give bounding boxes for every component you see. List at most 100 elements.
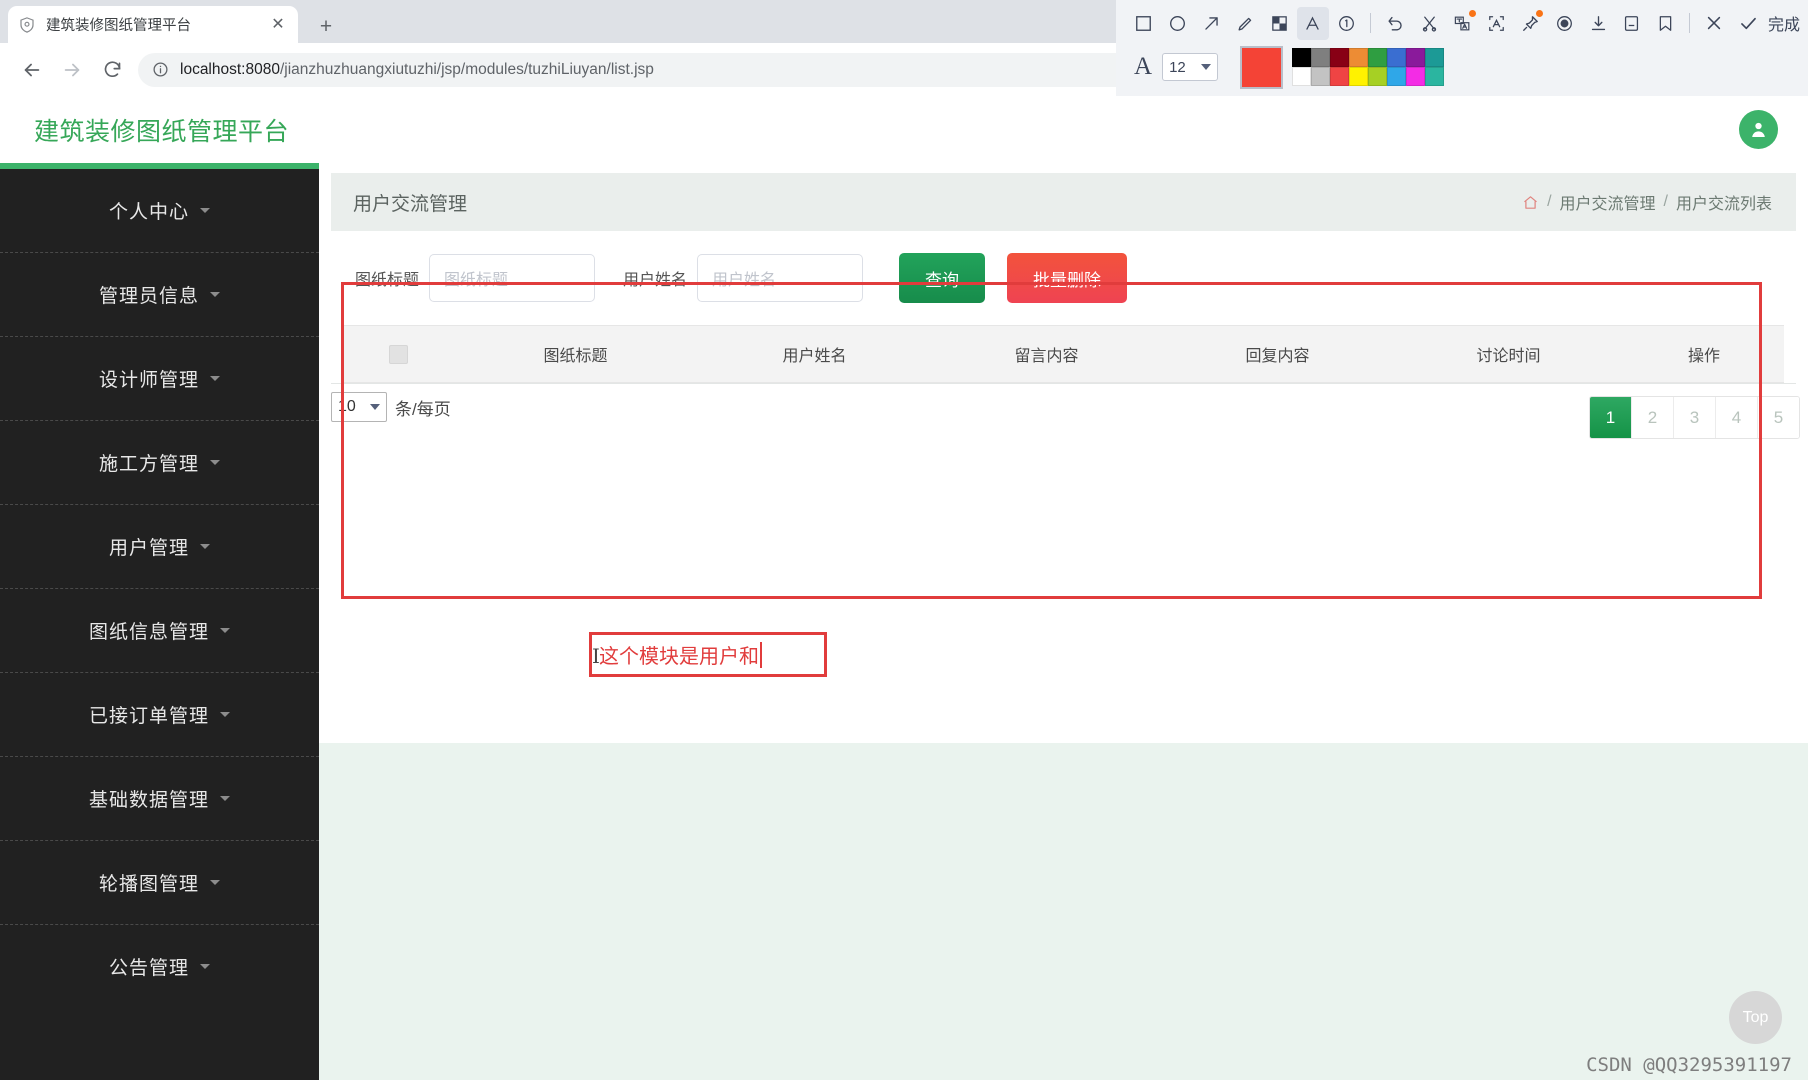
checkbox-icon[interactable] <box>388 344 408 364</box>
page-button-4[interactable]: 4 <box>1716 397 1758 438</box>
chevron-down-icon <box>220 796 230 801</box>
user-name-placeholder: 用户姓名 <box>712 272 777 289</box>
pin-icon[interactable] <box>1515 7 1547 40</box>
save-icon[interactable] <box>1616 7 1648 40</box>
done-label[interactable]: 完成 <box>1768 11 1800 35</box>
swatch <box>1387 67 1407 86</box>
panel-title: 用户交流管理 <box>353 193 468 215</box>
plus-icon[interactable]: + <box>312 12 340 40</box>
chevron-down-icon <box>210 376 220 381</box>
app-header: 建筑装修图纸管理平台 <box>0 96 1808 163</box>
column-header-user-name: 用户姓名 <box>782 348 847 365</box>
user-name-label: 用户姓名 <box>623 272 688 289</box>
close-x-icon[interactable] <box>1698 7 1730 40</box>
column-header-discuss-time: 讨论时间 <box>1476 348 1541 365</box>
back-to-top-button[interactable]: Top <box>1729 991 1782 1044</box>
breadcrumb-separator: / <box>1547 193 1552 210</box>
scissors-icon[interactable] <box>1413 7 1445 40</box>
arrow-right-icon[interactable] <box>52 50 92 90</box>
page-button-2[interactable]: 2 <box>1632 397 1674 438</box>
swatch <box>1368 48 1388 67</box>
text-recognize-icon[interactable] <box>1447 7 1479 40</box>
sidebar-item-user-mgmt[interactable]: 用户管理 <box>0 504 319 588</box>
pagination-row: 10 条/每页 1 2 3 4 5 <box>319 384 1808 450</box>
drawing-title-placeholder: 图纸标题 <box>444 272 509 289</box>
url-text: localhost:8080/jianzhuzhuangxiutuzhi/jsp… <box>180 61 654 79</box>
panel: 用户交流管理 / 用户交流管理 / 用户交流列表 图纸标题 图纸标题 用户姓名 … <box>331 173 1796 384</box>
address-bar[interactable]: localhost:8080/jianzhuzhuangxiutuzhi/jsp… <box>138 52 1188 87</box>
badge-dot <box>1536 9 1544 17</box>
chevron-down-icon <box>200 208 210 213</box>
breadcrumb-item-2[interactable]: 用户交流列表 <box>1676 190 1772 214</box>
sidebar-item-designer-mgmt[interactable]: 设计师管理 <box>0 336 319 420</box>
drawing-title-input[interactable]: 图纸标题 <box>429 254 596 302</box>
close-icon[interactable]: ✕ <box>268 15 288 35</box>
check-icon[interactable] <box>1732 7 1764 40</box>
browser-tab[interactable]: 建筑装修图纸管理平台 ✕ <box>8 6 298 43</box>
annotation-textbox[interactable]: 这个模块是用户和 <box>589 632 827 677</box>
page-button-5[interactable]: 5 <box>1758 397 1799 438</box>
arrow-left-icon[interactable] <box>12 50 52 90</box>
column-header-drawing-title: 图纸标题 <box>543 348 608 365</box>
arrow-up-right-icon[interactable] <box>1196 7 1228 40</box>
font-size-select[interactable]: 12 <box>1162 53 1219 81</box>
circle-icon[interactable] <box>1162 7 1194 40</box>
per-page-select[interactable]: 10 <box>331 392 387 422</box>
sidebar-item-basic-data-mgmt[interactable]: 基础数据管理 <box>0 756 319 840</box>
content-area: 用户交流管理 / 用户交流管理 / 用户交流列表 图纸标题 图纸标题 用户姓名 … <box>319 163 1808 1080</box>
breadcrumb-item-1[interactable]: 用户交流管理 <box>1560 190 1656 214</box>
web-application: 建筑装修图纸管理平台 个人中心 管理员信息 设计师管理 施工方管理 用户管理 图… <box>0 96 1808 1080</box>
swatch <box>1292 67 1312 86</box>
tab-title: 建筑装修图纸管理平台 <box>46 18 191 34</box>
sidebar-item-drawing-info-mgmt[interactable]: 图纸信息管理 <box>0 588 319 672</box>
current-color-swatch[interactable] <box>1240 45 1284 89</box>
sidebar-item-personal-center[interactable]: 个人中心 <box>0 169 319 252</box>
record-icon[interactable] <box>1548 7 1580 40</box>
annotation-toolbar: 完成 A 12 <box>1116 0 1808 96</box>
column-header-actions: 操作 <box>1687 348 1720 365</box>
pencil-icon[interactable] <box>1229 7 1261 40</box>
sidebar-item-label: 已接订单管理 <box>88 706 209 727</box>
breadcrumb: / 用户交流管理 / 用户交流列表 <box>1522 190 1772 214</box>
swatch <box>1349 48 1369 67</box>
mosaic-icon[interactable] <box>1263 7 1295 40</box>
color-palette[interactable] <box>1292 48 1445 86</box>
sidebar-item-admin-info[interactable]: 管理员信息 <box>0 252 319 336</box>
page-background-band <box>319 743 1808 1080</box>
reload-icon[interactable] <box>92 50 132 90</box>
chevron-down-icon <box>200 964 210 969</box>
swatch <box>1406 48 1426 67</box>
info-circle-icon[interactable] <box>152 61 169 78</box>
sidebar-item-label: 施工方管理 <box>98 454 199 475</box>
page-button-3[interactable]: 3 <box>1674 397 1716 438</box>
panel-header: 用户交流管理 / 用户交流管理 / 用户交流列表 <box>331 173 1796 231</box>
user-name-input[interactable]: 用户姓名 <box>697 254 864 302</box>
text-caret <box>760 641 762 668</box>
shield-icon <box>18 16 36 34</box>
batch-delete-button[interactable]: 批量删除 <box>1007 253 1128 303</box>
home-icon[interactable] <box>1522 194 1539 211</box>
download-icon[interactable] <box>1582 7 1614 40</box>
user-avatar-icon[interactable] <box>1739 110 1778 149</box>
annotation-text: 这个模块是用户和 <box>599 646 759 668</box>
sidebar-item-accepted-orders-mgmt[interactable]: 已接订单管理 <box>0 672 319 756</box>
select-all-cell[interactable] <box>343 344 453 364</box>
swatch <box>1311 48 1331 67</box>
query-button[interactable]: 查询 <box>899 253 986 303</box>
translate-icon[interactable] <box>1481 7 1513 40</box>
undo-icon[interactable] <box>1379 7 1411 40</box>
page-button-1[interactable]: 1 <box>1590 397 1632 438</box>
sidebar-item-carousel-mgmt[interactable]: 轮播图管理 <box>0 840 319 924</box>
sidebar-item-contractor-mgmt[interactable]: 施工方管理 <box>0 420 319 504</box>
numbered-circle-icon[interactable] <box>1331 7 1363 40</box>
watermark: CSDN @QQ3295391197 <box>1586 1054 1792 1076</box>
per-page-value: 10 <box>338 398 356 415</box>
chevron-down-icon <box>1201 64 1212 70</box>
flag-icon[interactable] <box>1650 7 1682 40</box>
sidebar: 个人中心 管理员信息 设计师管理 施工方管理 用户管理 图纸信息管理 已接订单管… <box>0 163 319 1080</box>
sidebar-item-label: 基础数据管理 <box>88 790 209 811</box>
sidebar-item-announcement-mgmt[interactable]: 公告管理 <box>0 924 319 1008</box>
letter-a-icon[interactable] <box>1296 6 1329 40</box>
square-icon[interactable] <box>1128 7 1160 40</box>
chevron-down-icon <box>210 880 220 885</box>
